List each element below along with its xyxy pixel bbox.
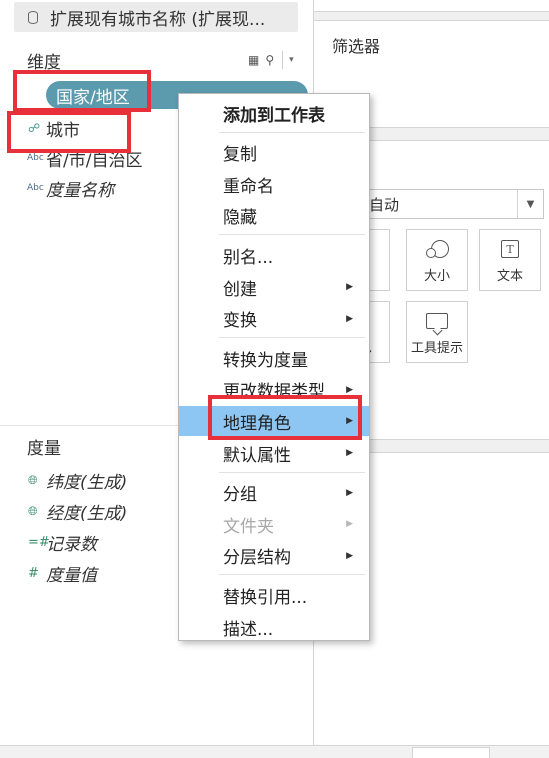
measure-field-longitude[interactable]: 🌐︎ 经度(生成) bbox=[0, 497, 127, 525]
field-label: 记录数 bbox=[46, 534, 97, 555]
menu-item[interactable]: 默认属性 ▶ bbox=[179, 438, 369, 468]
menu-item[interactable]: 分组 ▶ bbox=[179, 478, 369, 508]
tooltip-button[interactable]: 工具提示 bbox=[406, 301, 468, 363]
database-icon bbox=[28, 10, 38, 24]
datasource-label: 扩展现有城市名称 (扩展现... bbox=[50, 9, 266, 30]
size-icon bbox=[425, 236, 449, 262]
dimension-field-province[interactable]: Abc 省/市/自治区 bbox=[0, 144, 142, 172]
chevron-right-icon: ▶ bbox=[346, 448, 353, 458]
text-icon: T bbox=[501, 236, 519, 262]
size-label: 大小 bbox=[423, 269, 450, 284]
pages-shelf-strip bbox=[314, 0, 549, 12]
menu-item[interactable]: 转换为度量 bbox=[179, 343, 369, 373]
menu-item-label: 描述... bbox=[223, 619, 274, 640]
menu-item[interactable]: 创建 ▶ bbox=[179, 272, 369, 302]
menu-item[interactable]: 添加到工作表 bbox=[179, 98, 369, 128]
menu-item-label: 创建 bbox=[223, 279, 257, 300]
chevron-down-icon[interactable]: ▾ bbox=[289, 55, 294, 65]
menu-item[interactable]: 分层结构 ▶ bbox=[179, 541, 369, 571]
tooltip-icon bbox=[426, 308, 448, 334]
text-button[interactable]: T 文本 bbox=[479, 229, 541, 291]
measure-field-measure-values[interactable]: # 度量值 bbox=[0, 559, 97, 587]
menu-item-label: 转换为度量 bbox=[223, 350, 308, 371]
abc-icon: Abc bbox=[27, 183, 44, 193]
field-label: 经度(生成) bbox=[46, 503, 128, 524]
filters-title: 筛选器 bbox=[332, 37, 381, 56]
chevron-right-icon: ▶ bbox=[346, 519, 353, 530]
hash-icon: # bbox=[28, 565, 39, 581]
globe-icon: 🌐︎ bbox=[28, 503, 38, 518]
chevron-right-icon: ▶ bbox=[346, 384, 353, 395]
menu-item-label: 地理角色 bbox=[223, 413, 291, 434]
dimension-field-measure-names[interactable]: Abc 度量名称 bbox=[0, 174, 114, 202]
menu-separator bbox=[219, 337, 365, 339]
field-label: 纬度(生成) bbox=[46, 472, 128, 493]
menu-item-label: 分层结构 bbox=[223, 548, 291, 569]
menu-separator bbox=[219, 234, 365, 236]
chevron-right-icon: ▶ bbox=[346, 313, 353, 324]
menu-separator bbox=[219, 471, 365, 473]
menu-item[interactable]: 变换 ▶ bbox=[179, 304, 369, 334]
tooltip-label: 工具提示 bbox=[410, 341, 463, 356]
menu-item-label: 复制 bbox=[223, 145, 257, 166]
field-label: 度量名称 bbox=[46, 180, 114, 201]
globe-icon: 🌐︎ bbox=[28, 472, 38, 487]
chevron-right-icon: ▶ bbox=[346, 416, 353, 427]
search-icon[interactable]: ⚲ bbox=[265, 53, 274, 67]
geo-hierarchy-icon: ☍ bbox=[28, 121, 41, 135]
menu-item[interactable]: 重命名 bbox=[179, 169, 369, 199]
menu-item-label: 默认属性 bbox=[223, 445, 291, 466]
field-label: 城市 bbox=[46, 120, 80, 141]
hash-icon: =# bbox=[28, 534, 50, 550]
menu-item-label: 更改数据类型 bbox=[223, 382, 325, 403]
menu-item-label: 替换引用... bbox=[223, 587, 308, 608]
mark-type-value: 自动 bbox=[369, 195, 400, 214]
menu-item[interactable]: 描述... bbox=[179, 612, 369, 642]
size-button[interactable]: 大小 bbox=[406, 229, 468, 291]
text-label: 文本 bbox=[496, 269, 523, 284]
list-view-icon[interactable]: ▦ bbox=[248, 53, 259, 67]
menu-item[interactable]: 别名... bbox=[179, 240, 369, 270]
menu-item[interactable]: 替换引用... bbox=[179, 580, 369, 610]
chevron-right-icon: ▶ bbox=[346, 282, 353, 292]
measures-title: 度量 bbox=[27, 439, 61, 459]
measure-field-record-count[interactable]: =# 记录数 bbox=[0, 528, 97, 556]
menu-item-label: 分组 bbox=[223, 485, 257, 506]
menu-item: 文件夹 ▶ bbox=[179, 509, 369, 539]
menu-item[interactable]: 更改数据类型 ▶ bbox=[179, 375, 369, 405]
menu-item-label: 重命名 bbox=[223, 176, 274, 197]
field-label: 度量值 bbox=[46, 565, 97, 586]
tools-divider bbox=[282, 51, 284, 69]
dimension-tools: ▦ ⚲ ▾ bbox=[248, 51, 294, 69]
datasource-selector[interactable]: 扩展现有城市名称 (扩展现... bbox=[14, 2, 298, 32]
measure-field-latitude[interactable]: 🌐︎ 纬度(生成) bbox=[0, 466, 127, 494]
chevron-right-icon: ▶ bbox=[346, 550, 353, 561]
menu-item-label: 添加到工作表 bbox=[223, 105, 325, 126]
globe-icon: 🌐︎ bbox=[28, 87, 38, 102]
chevron-down-icon[interactable]: ▼ bbox=[517, 190, 543, 218]
menu-item-label: 隐藏 bbox=[223, 208, 257, 229]
field-label: 省/市/自治区 bbox=[46, 150, 143, 171]
field-label: 国家/地区 bbox=[56, 87, 130, 108]
sheet-tab[interactable] bbox=[412, 747, 490, 758]
menu-separator bbox=[219, 131, 365, 133]
menu-item-label: 变换 bbox=[223, 311, 257, 332]
menu-item[interactable]: 地理角色 ▶ bbox=[179, 406, 369, 437]
dimension-field-city[interactable]: ☍ 城市 bbox=[0, 114, 80, 142]
chevron-right-icon: ▶ bbox=[346, 487, 353, 498]
menu-item[interactable]: 隐藏 bbox=[179, 201, 369, 231]
menu-separator bbox=[219, 574, 365, 576]
menu-item[interactable]: 复制 bbox=[179, 138, 369, 168]
menu-item-label: 文件夹 bbox=[223, 516, 274, 537]
field-context-menu: 添加到工作表 复制 重命名 隐藏 别名... 创建 ▶ 变换 ▶ 转换为度量 更改数据类型 ▶ 地理角色… bbox=[178, 93, 370, 641]
abc-icon: Abc bbox=[27, 153, 44, 163]
dimensions-title: 维度 bbox=[27, 53, 61, 73]
menu-item-label: 别名... bbox=[223, 247, 274, 268]
